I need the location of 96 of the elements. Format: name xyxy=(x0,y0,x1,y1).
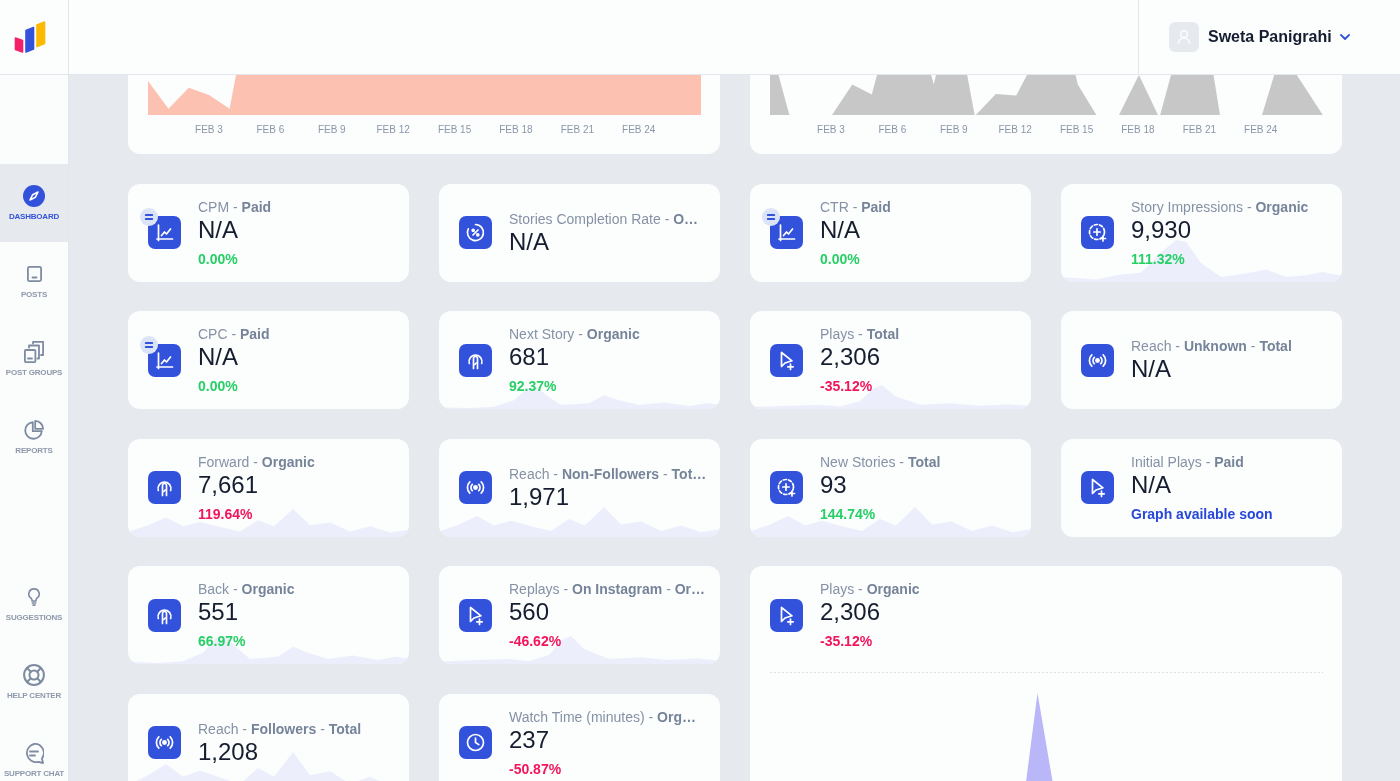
metric-title: Initial Plays - Paid xyxy=(1131,452,1244,471)
broadcast-icon xyxy=(459,471,492,504)
metric-value: 551 xyxy=(198,598,239,626)
metric-change: -35.12% xyxy=(820,632,873,650)
line-chart-icon xyxy=(148,216,181,249)
metric-change: 144.74% xyxy=(820,504,876,523)
sidebar-item[interactable]: DASHBOARD xyxy=(0,164,68,242)
metric-value: 1,208 xyxy=(198,737,259,766)
metric-title: CPC - Paid xyxy=(198,325,270,343)
metric-change: 66.97% xyxy=(198,632,246,650)
metric-value: N/A xyxy=(509,227,549,256)
metric-title: Plays - Organic xyxy=(820,580,920,598)
sidebar-item[interactable]: POST GROUPS xyxy=(0,320,68,398)
axis-label: FEB 6 xyxy=(878,124,907,136)
logo-icon xyxy=(14,21,46,53)
metric-value: 560 xyxy=(509,598,550,626)
broadcast-icon xyxy=(148,726,181,759)
cursor-plus-icon xyxy=(770,343,803,377)
compass-icon xyxy=(23,185,45,207)
metric-value: N/A xyxy=(198,215,238,244)
metric-value: 1,971 xyxy=(509,482,570,511)
axis-label: FEB 3 xyxy=(817,124,845,136)
dashed-circle-plus-icon xyxy=(770,471,803,504)
axis-label: FEB 24 xyxy=(622,124,656,136)
tap-finger-icon xyxy=(148,471,181,504)
metric-title: Next Story - Organic xyxy=(509,325,640,343)
axis-label: FEB 9 xyxy=(939,124,968,136)
metric-value: 2,306 xyxy=(820,343,881,371)
dashed-circle-plus-icon xyxy=(1081,216,1114,249)
metric-value: 2,306 xyxy=(820,598,881,626)
metric-change: 0.00% xyxy=(820,249,860,268)
axis-label: FEB 18 xyxy=(499,124,533,136)
metric-title: New Stories - Total xyxy=(820,452,941,471)
metric-value: 237 xyxy=(509,725,550,754)
metric-title: Story Impressions - Organic xyxy=(1131,197,1309,216)
line-chart-icon xyxy=(770,216,803,249)
metric-value: N/A xyxy=(820,215,860,244)
cursor-plus-icon xyxy=(770,598,803,632)
metric-title: CPM - Paid xyxy=(198,197,272,216)
lifebuoy-icon xyxy=(23,664,45,686)
axis-label: FEB 24 xyxy=(1244,124,1278,136)
tablet-icon xyxy=(26,266,42,282)
cursor-plus-icon xyxy=(1081,471,1114,504)
metric-title: Plays - Total xyxy=(820,325,900,343)
metric-change: -50.87% xyxy=(509,759,562,778)
cursor-plus-icon xyxy=(459,598,492,632)
clock-icon xyxy=(459,726,492,759)
metric-change: -35.12% xyxy=(820,377,873,395)
axis-label: FEB 21 xyxy=(1182,124,1216,136)
axis-label: FEB 18 xyxy=(1121,124,1155,136)
tap-finger-icon xyxy=(459,343,492,377)
metric-value: 681 xyxy=(509,343,550,371)
metric-title: Watch Time (minutes) - Org… xyxy=(509,707,696,726)
line-chart-icon xyxy=(148,343,181,377)
broadcast-icon xyxy=(1081,343,1114,377)
metric-title: Stories Completion Rate - O… xyxy=(509,209,699,228)
sidebar-item[interactable]: SUPPORT CHAT xyxy=(0,721,68,781)
metric-value: 93 xyxy=(820,470,847,499)
user-menu-button[interactable]: Sweta Panigrahi xyxy=(1208,25,1350,49)
metric-title: Forward - Organic xyxy=(198,452,315,471)
axis-label: FEB 15 xyxy=(437,124,472,136)
metric-change: 119.64% xyxy=(198,504,253,523)
axis-label: FEB 3 xyxy=(195,124,223,136)
metric-change: 0.00% xyxy=(198,377,238,395)
tap-finger-icon xyxy=(148,598,181,632)
sidebar-item[interactable]: HELP CENTER xyxy=(0,643,68,721)
axis-label: FEB 15 xyxy=(1059,124,1094,136)
sidebar-item[interactable]: REPORTS xyxy=(0,398,68,476)
metric-title: Reach - Followers - Total xyxy=(198,719,362,738)
metric-change: 0.00% xyxy=(198,249,238,268)
axis-label: FEB 9 xyxy=(317,124,346,136)
metric-value: N/A xyxy=(1131,470,1171,499)
metric-title: Reach - Non-Followers - Tot… xyxy=(509,464,707,483)
metric-value: N/A xyxy=(198,343,238,371)
axis-label: FEB 21 xyxy=(560,124,594,136)
chevron-icon xyxy=(1339,34,1350,40)
stacked-pages-icon xyxy=(24,341,44,363)
metric-change: 111.32% xyxy=(1131,249,1185,268)
metric-title: Reach - Unknown - Total xyxy=(1131,337,1292,355)
metric-title: CTR - Paid xyxy=(820,197,891,216)
sidebar-item[interactable]: SUGGESTIONS xyxy=(0,565,68,643)
metric-value: 7,661 xyxy=(198,470,259,499)
metric-change: -46.62% xyxy=(509,632,562,650)
metric-value: N/A xyxy=(1131,355,1171,383)
axis-label: FEB 6 xyxy=(256,124,285,136)
pie-chart-icon xyxy=(24,420,44,440)
axis-label: FEB 12 xyxy=(376,124,410,136)
lightbulb-icon xyxy=(28,588,40,606)
status-note: Graph available soon xyxy=(1131,504,1273,523)
chat-bubble-icon xyxy=(24,742,44,764)
metric-title: Back - Organic xyxy=(198,580,295,598)
metric-title: Replays - On Instagram - Or… xyxy=(509,580,706,598)
metric-value: 9,930 xyxy=(1131,215,1192,244)
sidebar-item[interactable]: POSTS xyxy=(0,242,68,320)
axis-label: FEB 12 xyxy=(998,124,1032,136)
metric-change: 92.37% xyxy=(509,377,557,395)
